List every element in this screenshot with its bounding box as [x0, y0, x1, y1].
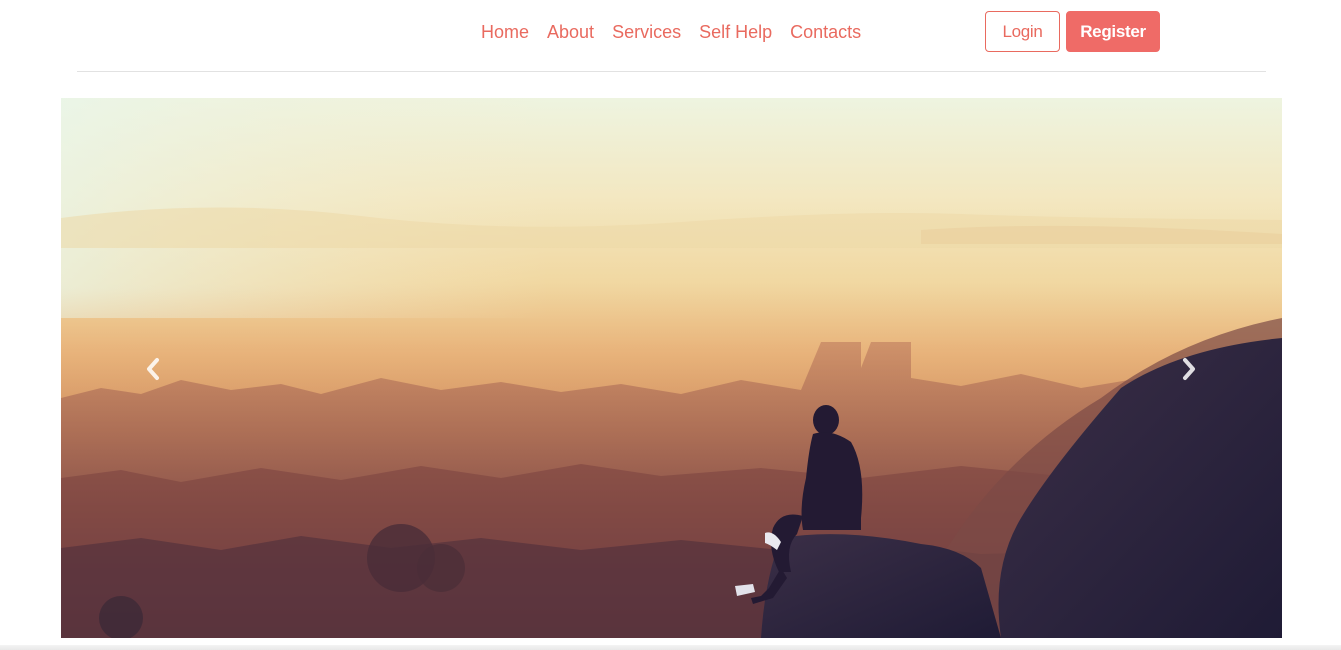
- main-nav: Home About Services Self Help Contacts: [481, 20, 861, 44]
- hero-carousel: [61, 98, 1282, 638]
- carousel-next-button[interactable]: [1174, 354, 1204, 384]
- site-header: Home About Services Self Help Contacts L…: [0, 0, 1341, 72]
- header-divider: [77, 71, 1266, 72]
- page: Home About Services Self Help Contacts L…: [0, 0, 1341, 650]
- nav-item-self-help[interactable]: Self Help: [699, 20, 772, 44]
- chevron-left-icon: [147, 358, 159, 380]
- register-button[interactable]: Register: [1066, 11, 1160, 52]
- nav-item-home[interactable]: Home: [481, 20, 529, 44]
- chevron-right-icon: [1183, 358, 1195, 380]
- auth-buttons: Login Register: [985, 11, 1160, 52]
- login-button[interactable]: Login: [985, 11, 1060, 52]
- carousel-prev-button[interactable]: [138, 354, 168, 384]
- page-bottom-edge: [0, 645, 1341, 650]
- nav-item-contacts[interactable]: Contacts: [790, 20, 861, 44]
- nav-item-about[interactable]: About: [547, 20, 594, 44]
- nav-item-services[interactable]: Services: [612, 20, 681, 44]
- hero-image: [61, 98, 1282, 638]
